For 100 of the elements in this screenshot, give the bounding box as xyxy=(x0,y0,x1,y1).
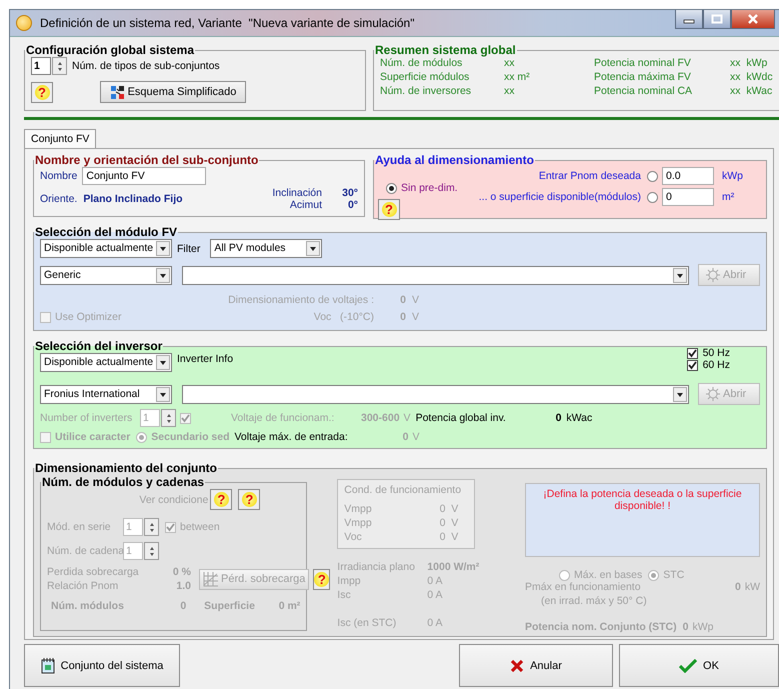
radio-button[interactable] xyxy=(647,170,658,182)
field-label: Irradiancia plano xyxy=(337,561,416,573)
unit-label: m² xyxy=(722,191,736,203)
field-label: Isc xyxy=(337,589,352,601)
minimize-button[interactable] xyxy=(675,10,703,29)
maximize-icon xyxy=(711,14,723,24)
radio-button[interactable] xyxy=(648,570,660,580)
summary-value: xx m² xyxy=(504,71,531,83)
help-button[interactable]: ? xyxy=(313,568,330,590)
field-label: Relación Pnom xyxy=(47,580,120,592)
unit-label: kWp xyxy=(692,621,714,633)
current-value: 0 A xyxy=(427,589,444,601)
dropdown[interactable]: Fronius International xyxy=(40,384,172,404)
field-label: Inclinación xyxy=(272,187,322,199)
irradiance-value: 1000 W/m² xyxy=(427,561,480,573)
field-label: Dimensionamiento de voltajes : xyxy=(227,294,374,306)
tilt-value: 30° xyxy=(341,187,358,199)
voc-value: 0 xyxy=(399,311,406,323)
dropdown[interactable]: Disponible actualmente xyxy=(40,353,172,372)
spinner-buttons[interactable] xyxy=(144,542,159,560)
summary-value: xx kWac xyxy=(730,85,773,97)
field-label: Pmáx en funcionamiento xyxy=(524,581,642,593)
radio-label[interactable]: Sin pre-dim. xyxy=(401,182,458,194)
model-dropdown[interactable] xyxy=(182,266,689,284)
field-label: Superficie xyxy=(204,600,256,612)
voltage-value: 300-600 xyxy=(361,412,400,424)
field-label: Vmpp xyxy=(344,516,373,530)
ratio-value: 1.0 xyxy=(175,580,191,592)
summary-value: xx xyxy=(504,85,516,97)
summary-label: Potencia nominal FV xyxy=(594,57,692,69)
azimuth-value: 0° xyxy=(346,199,358,211)
number-field[interactable]: 1 xyxy=(31,57,51,75)
maximize-button[interactable] xyxy=(703,10,731,29)
schema-button[interactable]: Esquema Simplificado xyxy=(100,81,246,103)
footer-button[interactable]: Conjunto del sistema xyxy=(24,644,180,687)
field-label: Nombre xyxy=(40,170,78,182)
help-button[interactable]: ? xyxy=(210,489,232,510)
checkbox-label[interactable]: 60 Hz xyxy=(702,359,730,371)
area-value: 0 m² xyxy=(278,600,300,612)
footer-button[interactable]: Anular xyxy=(459,644,613,687)
checkbox[interactable] xyxy=(165,522,176,532)
model-dropdown[interactable] xyxy=(182,384,689,404)
radio-button[interactable] xyxy=(558,570,570,580)
spinner-buttons[interactable] xyxy=(161,409,176,427)
window-title: Definición de un sistema red, Variante "Nueva variante de simulación" xyxy=(40,16,414,30)
help-button[interactable]: ? xyxy=(378,199,400,220)
field-label: Impp xyxy=(337,575,362,587)
help-button[interactable]: ? xyxy=(31,82,53,102)
checkmark-icon xyxy=(679,658,698,672)
field-label: Potencia nom. Conjunto (STC) xyxy=(524,621,677,633)
field-label: Perdida sobrecarga xyxy=(47,566,140,578)
spinner-buttons[interactable] xyxy=(144,518,159,536)
group-title: Ayuda al dimensionamiento xyxy=(374,153,535,167)
summary-label: Potencia máxima FV xyxy=(594,71,692,83)
notebook-icon xyxy=(40,658,55,674)
radio-button[interactable] xyxy=(647,192,658,202)
app-icon xyxy=(16,15,32,31)
summary-label: Núm. de módulos xyxy=(380,57,464,69)
dropdown[interactable]: Generic xyxy=(40,266,172,284)
field-label: Voc (-10°C) xyxy=(312,311,374,323)
summary-value: xx kWdc xyxy=(730,71,773,83)
field-label: Acimut xyxy=(288,199,322,211)
group-title: Selección del inversor xyxy=(34,339,164,353)
group-title: Dimensionamiento del conjunto xyxy=(34,461,218,475)
input-field[interactable]: 0.0 xyxy=(662,167,714,185)
radio-label[interactable]: Entrar Pnom deseada xyxy=(538,170,641,182)
group-title: Núm. de módulos y cadenas xyxy=(41,475,206,489)
field-label: Núm. módulos xyxy=(51,600,125,612)
unit-label: V xyxy=(404,412,411,424)
field-label: Potencia global inv. xyxy=(416,412,507,424)
warning-message: ¡Defina la potencia deseada o la superficie disponible! ! xyxy=(542,488,743,512)
help-button[interactable]: ? xyxy=(238,489,260,510)
summary-label: Superficie módulos xyxy=(380,71,470,83)
radio-button[interactable] xyxy=(386,182,397,194)
checkbox[interactable] xyxy=(686,360,698,370)
field-note: (en irrad. máx y 50° C) xyxy=(540,595,648,607)
field-label: Núm. de tipos de sub-conjuntos xyxy=(72,60,220,72)
unit-label: kWp xyxy=(722,170,744,182)
checkbox[interactable] xyxy=(686,348,698,358)
dropdown[interactable]: Disponible actualmente xyxy=(40,239,172,258)
dropdown[interactable]: All PV modules xyxy=(210,239,322,258)
orientation-value: Plano Inclinado Fijo xyxy=(83,193,183,205)
burst-icon xyxy=(705,267,721,283)
modules-value: 0 xyxy=(179,600,186,612)
unit-label: V xyxy=(412,431,420,443)
tab[interactable]: Conjunto FV xyxy=(24,129,96,148)
footer-button[interactable]: OK xyxy=(619,644,779,687)
overload-value: 0 % xyxy=(172,566,191,578)
checkbox-label[interactable]: 50 Hz xyxy=(702,347,730,359)
field-label: Núm. de cadena xyxy=(47,545,123,557)
name-field[interactable]: Conjunto FV xyxy=(82,167,206,185)
condition-value: 0 V xyxy=(440,516,458,530)
field-label: Voltaje de funcionam.: xyxy=(231,412,336,424)
unit-label: kW xyxy=(744,581,760,593)
close-button[interactable] xyxy=(731,10,775,29)
radio-label[interactable]: ... o superficie disponible(módulos) xyxy=(478,191,641,203)
cross-icon xyxy=(510,658,524,672)
input-field[interactable]: 0 xyxy=(662,188,714,206)
spinner-buttons[interactable] xyxy=(52,57,67,75)
current-value: 0 A xyxy=(427,575,444,587)
